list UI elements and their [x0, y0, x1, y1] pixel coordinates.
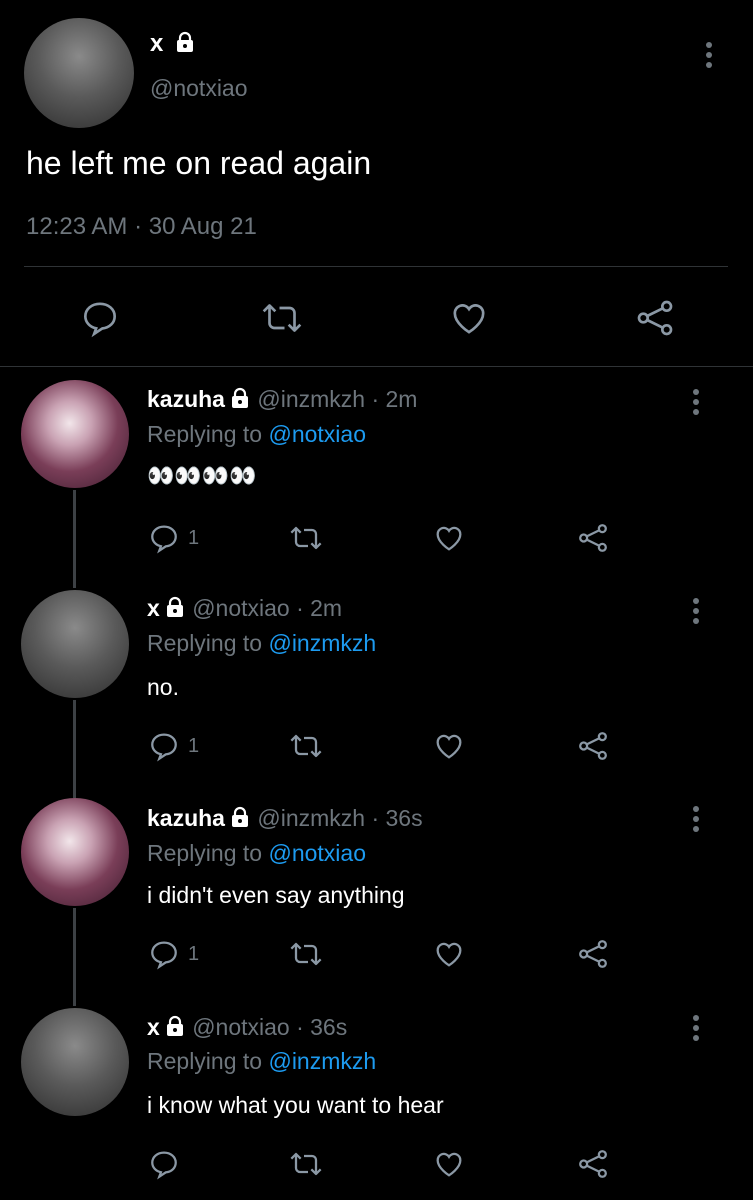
- like-icon[interactable]: [432, 1148, 466, 1180]
- more-options-icon[interactable]: [693, 598, 701, 628]
- share-icon[interactable]: [576, 938, 610, 970]
- avatar[interactable]: [24, 18, 134, 128]
- reply-header: x @notxiao · 36s: [147, 1014, 347, 1043]
- display-name[interactable]: x: [147, 595, 160, 621]
- lock-icon: [174, 31, 196, 60]
- mention-link[interactable]: @notxiao: [268, 421, 366, 447]
- like-icon[interactable]: [432, 938, 466, 970]
- tweet-text: he left me on read again: [26, 145, 372, 181]
- reply-icon[interactable]: [148, 730, 180, 762]
- handle-time[interactable]: @notxiao · 2m: [192, 595, 342, 621]
- reply-icon[interactable]: [148, 522, 180, 554]
- replying-to: Replying to @inzmkzh: [147, 1048, 377, 1074]
- handle-time[interactable]: @inzmkzh · 36s: [257, 805, 422, 831]
- thread-line: [73, 490, 76, 588]
- avatar[interactable]: [21, 590, 129, 698]
- mention-link[interactable]: @inzmkzh: [268, 630, 376, 656]
- display-name[interactable]: kazuha: [147, 805, 225, 831]
- share-icon[interactable]: [576, 1148, 610, 1180]
- reply-icon[interactable]: [148, 938, 180, 970]
- more-options-icon[interactable]: [693, 806, 701, 836]
- lock-icon: [164, 596, 186, 624]
- mention-link[interactable]: @inzmkzh: [268, 1048, 376, 1074]
- tweet-text: i didn't even say anything: [147, 882, 405, 908]
- more-options-icon[interactable]: [693, 389, 701, 419]
- mention-link[interactable]: @notxiao: [268, 840, 366, 866]
- reply-header: kazuha @inzmkzh · 36s: [147, 805, 423, 834]
- share-icon[interactable]: [576, 730, 610, 762]
- retweet-icon[interactable]: [288, 730, 324, 762]
- replying-to: Replying to @inzmkzh: [147, 630, 377, 656]
- display-name[interactable]: kazuha: [147, 386, 225, 412]
- retweet-icon[interactable]: [288, 522, 324, 554]
- lock-icon: [164, 1015, 186, 1043]
- replying-to: Replying to @notxiao: [147, 421, 366, 447]
- replying-to: Replying to @notxiao: [147, 840, 366, 866]
- avatar[interactable]: [21, 1008, 129, 1116]
- more-options-icon[interactable]: [693, 1015, 701, 1045]
- retweet-icon[interactable]: [288, 938, 324, 970]
- divider: [0, 366, 753, 367]
- reply-count: 1: [188, 943, 200, 965]
- reply-icon[interactable]: [80, 298, 120, 338]
- reply-header: kazuha @inzmkzh · 2m: [147, 386, 417, 415]
- share-icon[interactable]: [634, 298, 676, 338]
- like-icon[interactable]: [432, 730, 466, 762]
- handle[interactable]: @notxiao: [150, 75, 248, 102]
- display-name[interactable]: x: [150, 30, 196, 60]
- like-icon[interactable]: [432, 522, 466, 554]
- reply-count: 1: [188, 527, 200, 549]
- like-icon[interactable]: [448, 298, 490, 338]
- tweet-timestamp[interactable]: 12:23 AM · 30 Aug 21: [26, 213, 257, 241]
- retweet-icon[interactable]: [260, 298, 304, 338]
- avatar[interactable]: [21, 380, 129, 488]
- handle-time[interactable]: @notxiao · 36s: [192, 1014, 347, 1040]
- reply-icon[interactable]: [148, 1148, 180, 1180]
- tweet-text: 👀👀👀👀: [147, 463, 257, 488]
- lock-icon: [229, 806, 251, 834]
- thread-line: [73, 700, 76, 798]
- share-icon[interactable]: [576, 522, 610, 554]
- retweet-icon[interactable]: [288, 1148, 324, 1180]
- handle-time[interactable]: @inzmkzh · 2m: [257, 386, 417, 412]
- lock-icon: [229, 387, 251, 415]
- reply-count: 1: [188, 735, 200, 757]
- more-options-icon[interactable]: [706, 42, 714, 72]
- avatar[interactable]: [21, 798, 129, 906]
- display-name[interactable]: x: [147, 1014, 160, 1040]
- tweet-text: no.: [147, 674, 179, 700]
- divider: [24, 266, 728, 267]
- reply-header: x @notxiao · 2m: [147, 595, 342, 624]
- tweet-text: i know what you want to hear: [147, 1092, 444, 1118]
- thread-line: [73, 908, 76, 1006]
